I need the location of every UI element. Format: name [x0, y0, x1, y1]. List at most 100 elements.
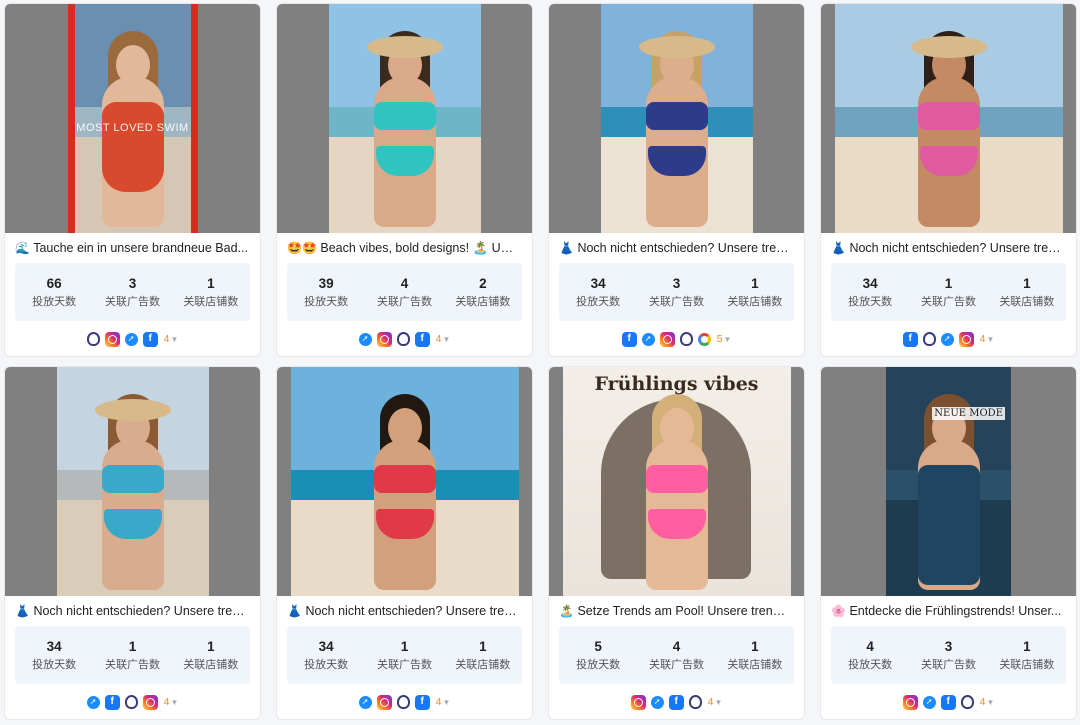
- stat-days-active: 34 投放天数: [559, 276, 637, 309]
- ad-image: NEUE MODE: [886, 367, 1011, 596]
- ad-image: [290, 367, 519, 596]
- stat-related-stores: 1 关联店铺数: [988, 276, 1066, 309]
- chevron-down-icon: ▼: [170, 698, 179, 707]
- instagram-icon: [376, 694, 392, 710]
- stat-value: 4: [672, 638, 681, 654]
- stat-related-stores: 1 关联店铺数: [716, 276, 794, 309]
- instagram-icon: [142, 694, 158, 710]
- threads-icon: [960, 695, 974, 709]
- stat-label: 关联广告数: [648, 295, 704, 308]
- ad-card[interactable]: MOST LOVED SWIM 🌊 Tauche ein in unsere br…: [4, 3, 261, 357]
- caption-emoji: 🏝️: [559, 604, 574, 618]
- messenger-icon: ➚: [940, 332, 954, 346]
- stat-label: 关联广告数: [376, 295, 432, 308]
- ad-thumbnail[interactable]: [821, 4, 1076, 233]
- stat-days-active: 66 投放天数: [15, 276, 93, 309]
- caption-text: Noch nicht entschieden? Unsere tren...: [577, 241, 794, 255]
- stat-label: 关联广告数: [648, 658, 704, 671]
- ad-caption[interactable]: 👗 Noch nicht entschieden? Unsere tren...: [277, 596, 532, 626]
- more-platforms-dropdown[interactable]: 4▼: [436, 333, 451, 345]
- messenger-icon: ➚: [358, 332, 372, 346]
- ad-image-text: MOST LOVED SWIM: [76, 122, 189, 134]
- stat-label: 关联广告数: [104, 658, 160, 671]
- ad-caption[interactable]: 🏝️ Setze Trends am Pool! Unsere trendi..…: [549, 596, 804, 626]
- ad-image-text: Frühlings vibes: [594, 373, 759, 395]
- ad-card[interactable]: 👗 Noch nicht entschieden? Unsere tren...…: [4, 366, 261, 720]
- ad-caption[interactable]: 🌸 Entdecke die Frühlingstrends! Unser...: [821, 596, 1076, 626]
- ad-image: Frühlings vibes: [562, 367, 791, 596]
- stat-value: 5: [594, 638, 602, 654]
- ad-caption[interactable]: 🌊 Tauche ein in unsere brandneue Bad...: [5, 233, 260, 263]
- more-platforms-dropdown[interactable]: 4▼: [436, 696, 451, 708]
- ad-caption[interactable]: 👗 Noch nicht entschieden? Unsere tren...: [5, 596, 260, 626]
- platform-icons: ➚ f 4▼: [549, 684, 804, 719]
- more-platforms-dropdown[interactable]: 5▼: [717, 333, 732, 345]
- stat-value: 1: [207, 638, 215, 654]
- ad-thumbnail[interactable]: [277, 367, 532, 596]
- ad-thumbnail[interactable]: [5, 367, 260, 596]
- ad-card[interactable]: 👗 Noch nicht entschieden? Unsere tren...…: [548, 3, 805, 357]
- ad-card[interactable]: 👗 Noch nicht entschieden? Unsere tren...…: [820, 3, 1077, 357]
- stat-label: 关联广告数: [104, 295, 160, 308]
- ad-card[interactable]: NEUE MODE 🌸 Entdecke die Frühlingstrends!…: [820, 366, 1077, 720]
- instagram-icon: [630, 694, 646, 710]
- stat-related-stores: 1 关联店铺数: [444, 639, 522, 672]
- ad-thumbnail[interactable]: [549, 4, 804, 233]
- stat-label: 投放天数: [576, 658, 621, 671]
- caption-emoji: 👗: [15, 604, 30, 618]
- ad-card[interactable]: Frühlings vibes 🏝️ Setze Trends am Pool! …: [548, 366, 805, 720]
- platform-icons: ➚ f 4▼: [277, 321, 532, 356]
- stat-related-stores: 1 关联店铺数: [172, 639, 250, 672]
- platform-icons: f ➚ 4▼: [821, 321, 1076, 356]
- stat-value: 4: [400, 275, 409, 291]
- stat-label: 关联店铺数: [455, 658, 511, 671]
- stat-value: 1: [400, 638, 409, 654]
- ad-thumbnail[interactable]: [277, 4, 532, 233]
- stat-label: 关联广告数: [920, 658, 976, 671]
- stat-value: 3: [128, 275, 137, 291]
- ad-thumbnail[interactable]: NEUE MODE: [821, 367, 1076, 596]
- stat-value: 34: [590, 275, 606, 291]
- more-platforms-dropdown[interactable]: 4▼: [164, 333, 179, 345]
- ad-stats: 4 投放天数 3 关联广告数 1 关联店铺数: [831, 626, 1066, 684]
- stat-label: 关联店铺数: [999, 658, 1055, 671]
- platform-icons: f ➚ 5▼: [549, 321, 804, 356]
- chevron-down-icon: ▼: [714, 698, 723, 707]
- messenger-icon: ➚: [358, 695, 372, 709]
- ad-thumbnail[interactable]: Frühlings vibes: [549, 367, 804, 596]
- ad-image: MOST LOVED SWIM: [67, 4, 198, 233]
- stat-related-ads: 1 关联广告数: [93, 639, 171, 672]
- stat-value: 1: [479, 638, 487, 654]
- ad-card[interactable]: 👗 Noch nicht entschieden? Unsere tren...…: [276, 366, 533, 720]
- ad-image: [56, 367, 209, 596]
- more-platforms-count: 4: [435, 333, 442, 345]
- more-platforms-dropdown[interactable]: 4▼: [708, 696, 723, 708]
- facebook-icon: f: [940, 694, 956, 710]
- stat-label: 投放天数: [848, 658, 893, 671]
- stat-related-ads: 3 关联广告数: [637, 276, 715, 309]
- stat-label: 关联店铺数: [727, 295, 783, 308]
- threads-icon: [679, 332, 693, 346]
- ad-caption[interactable]: 👗 Noch nicht entschieden? Unsere tren...: [549, 233, 804, 263]
- ad-stats: 34 投放天数 3 关联广告数 1 关联店铺数: [559, 263, 794, 321]
- stat-label: 投放天数: [848, 295, 893, 308]
- facebook-icon: f: [142, 331, 158, 347]
- stat-value: 4: [866, 638, 874, 654]
- facebook-icon: f: [621, 331, 637, 347]
- more-platforms-dropdown[interactable]: 4▼: [164, 696, 179, 708]
- ad-thumbnail[interactable]: MOST LOVED SWIM: [5, 4, 260, 233]
- stat-label: 投放天数: [304, 295, 349, 308]
- stat-value: 1: [1023, 638, 1031, 654]
- more-platforms-dropdown[interactable]: 4▼: [980, 696, 995, 708]
- ad-card[interactable]: 🤩🤩 Beach vibes, bold designs! 🏝️ Unv... 3…: [276, 3, 533, 357]
- more-platforms-dropdown[interactable]: 4▼: [980, 333, 995, 345]
- audience-network-icon: [697, 332, 711, 346]
- ad-caption[interactable]: 🤩🤩 Beach vibes, bold designs! 🏝️ Unv...: [277, 233, 532, 263]
- ad-stats: 34 投放天数 1 关联广告数 1 关联店铺数: [287, 626, 522, 684]
- ad-caption[interactable]: 👗 Noch nicht entschieden? Unsere tren...: [821, 233, 1076, 263]
- caption-emoji: 👗: [559, 241, 574, 255]
- caption-text: Noch nicht entschieden? Unsere tren...: [305, 604, 522, 618]
- stat-label: 关联店铺数: [727, 658, 783, 671]
- chevron-down-icon: ▼: [986, 335, 995, 344]
- more-platforms-count: 5: [716, 333, 723, 345]
